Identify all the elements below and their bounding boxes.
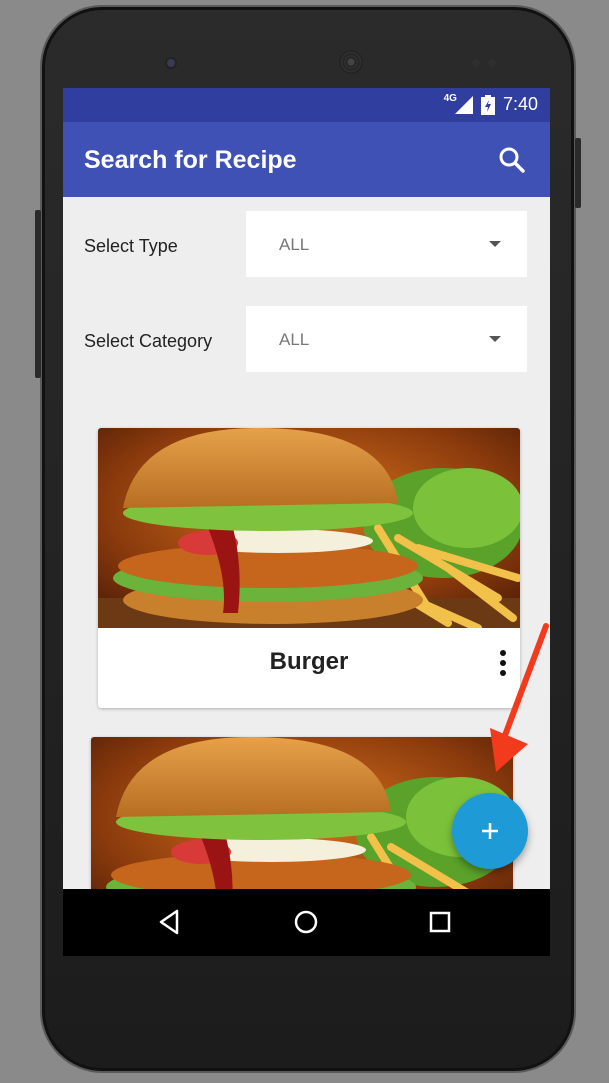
earpiece-speaker <box>339 50 363 74</box>
navigation-bar <box>63 889 550 956</box>
category-dropdown-value: ALL <box>279 330 310 349</box>
device-screen: 4G 7:40 Search for Recipe Select Type AL… <box>63 88 550 956</box>
recents-icon[interactable] <box>425 907 455 937</box>
add-recipe-button[interactable] <box>452 793 528 869</box>
burger-photo <box>98 428 520 628</box>
light-sensor <box>488 59 496 67</box>
category-dropdown[interactable]: ALL <box>246 306 527 372</box>
recipe-title: Burger <box>269 648 349 675</box>
power-button <box>575 138 581 208</box>
back-icon[interactable] <box>155 907 185 937</box>
page-title: Search for Recipe <box>84 146 297 174</box>
status-time: 7:40 <box>502 94 538 114</box>
app-bar: Search for Recipe <box>63 122 550 197</box>
network-type: 4G <box>443 93 457 104</box>
select-type-label: Select Type <box>84 236 178 256</box>
recipe-card[interactable] <box>91 737 513 889</box>
status-bar: 4G 7:40 <box>63 88 550 122</box>
proximity-sensor <box>472 59 480 67</box>
home-icon[interactable] <box>291 907 321 937</box>
search-icon[interactable] <box>496 144 528 176</box>
signal-icon <box>454 95 473 114</box>
plus-icon <box>482 823 498 839</box>
volume-button <box>35 210 41 378</box>
select-category-label: Select Category <box>84 331 213 351</box>
burger-photo <box>91 737 513 889</box>
red-arrow <box>490 623 549 772</box>
recipe-card[interactable]: Burger <box>98 428 520 708</box>
main-content: Select Type ALL Select Category ALL Burg… <box>63 197 550 889</box>
battery-icon <box>480 94 495 115</box>
dropdown-arrow-icon <box>489 241 501 247</box>
dropdown-arrow-icon <box>489 336 501 342</box>
type-dropdown-value: ALL <box>279 235 310 254</box>
type-dropdown[interactable]: ALL <box>246 211 527 277</box>
front-camera <box>165 57 177 69</box>
